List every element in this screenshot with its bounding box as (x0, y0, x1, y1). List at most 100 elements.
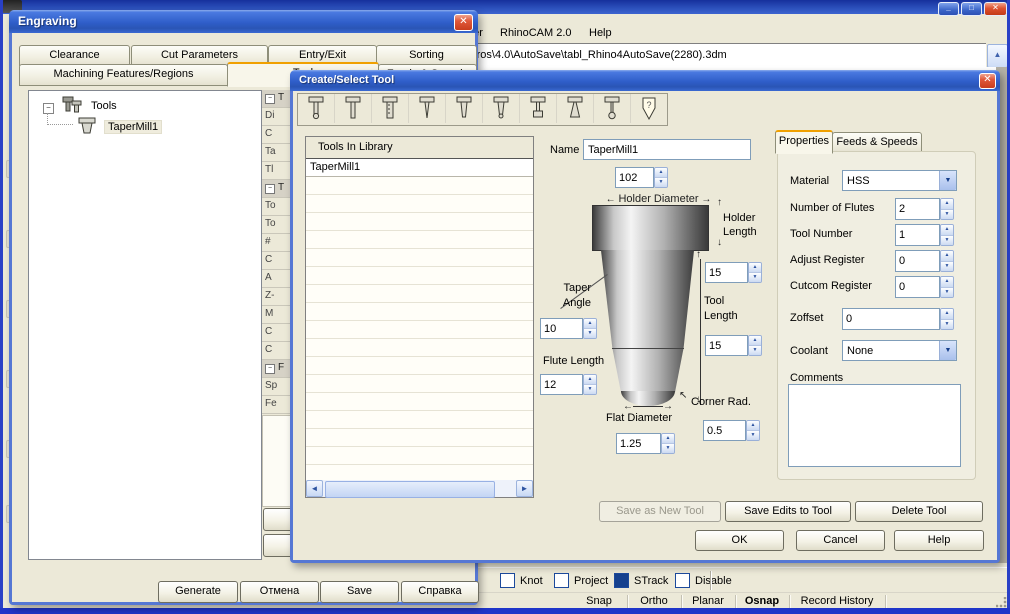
num-flutes-spinner[interactable]: ▲▼ (895, 198, 954, 220)
tool-number-spinner[interactable]: ▲▼ (895, 224, 954, 246)
cutcom-register-spinner[interactable]: ▲▼ (895, 276, 954, 298)
tool-dialog-titlebar[interactable]: Create/Select Tool ✕ (290, 70, 1000, 91)
engraving-titlebar[interactable]: Engraving ✕ (9, 10, 478, 33)
strack-checkbox-icon[interactable] (614, 573, 629, 588)
tool-properties-strip: − T Di C Ta Tl − T To To # C A Z- M C C − F… (262, 90, 292, 414)
tools-root-icon (62, 96, 82, 113)
save-edits-to-tool-button[interactable]: Save Edits to Tool (725, 501, 851, 522)
ok-button[interactable]: OK (695, 530, 784, 551)
flared-mill-icon[interactable] (557, 94, 594, 123)
flat-diameter-label: Flat Diameter (606, 412, 673, 424)
checkbox-project[interactable]: Project (554, 573, 608, 588)
flute-length-spinner[interactable]: ▲▼ (540, 374, 597, 395)
help-button-ru[interactable]: Справка (401, 581, 479, 603)
close-icon[interactable]: ✕ (979, 73, 996, 89)
t-slot-mill-icon[interactable] (520, 94, 557, 123)
tab-properties[interactable]: Properties (775, 130, 833, 154)
flat-diameter-spinner[interactable]: ▲▼ (616, 433, 675, 454)
checkbox-strack[interactable]: STrack (614, 573, 668, 588)
taper-ball-mill-icon[interactable] (483, 94, 520, 123)
help-button[interactable]: Help (894, 530, 984, 551)
tree-item-tapermill1[interactable]: TaperMill1 (104, 120, 163, 134)
zoffset-spinner[interactable]: ▲▼ (842, 308, 954, 330)
arrow-right-icon: → (701, 194, 712, 205)
close-button-main[interactable]: ✕ (984, 2, 1007, 16)
end-mill-icon[interactable] (372, 94, 409, 123)
tab-feeds-speeds[interactable]: Feeds & Speeds (832, 132, 922, 153)
resize-grip[interactable] (996, 597, 1007, 608)
tab-clearance[interactable]: Clearance (19, 45, 130, 66)
custom-tool-help-icon[interactable]: ? (631, 94, 667, 123)
scroll-right-icon[interactable]: ► (516, 480, 533, 497)
tool-length-spinner[interactable]: ▲▼ (705, 335, 762, 356)
save-button[interactable]: Save (320, 581, 399, 603)
rhino-main-window: _ □ ✕ der RhinoCAM 2.0 Help ceros\4.0\Au… (0, 0, 1010, 614)
comments-textarea[interactable] (788, 384, 961, 467)
menu-item-rhinocam[interactable]: RhinoCAM 2.0 (500, 27, 572, 39)
project-checkbox-icon[interactable] (554, 573, 569, 588)
tools-in-library-list[interactable]: Tools In Library TaperMill1 ◄ ► (305, 136, 534, 498)
checkbox-disable[interactable]: Disable (675, 573, 732, 588)
v-mill-icon[interactable] (409, 94, 446, 123)
ball-mill-icon[interactable] (298, 94, 335, 123)
spin-buttons[interactable]: ▲ ▼ (654, 167, 668, 188)
zoffset-label: Zoffset (790, 312, 824, 324)
close-icon[interactable]: ✕ (454, 14, 473, 31)
menu-item-help[interactable]: Help (589, 27, 612, 39)
tool-holder-graphic (592, 205, 709, 251)
tree-root-label[interactable]: Tools (91, 100, 117, 112)
status-pane-osnap[interactable]: Osnap (737, 595, 787, 607)
status-pane-planar[interactable]: Planar (683, 595, 733, 607)
corner-rad-label: Corner Rad. (691, 396, 751, 408)
command-history[interactable]: ceros\4.0\AutoSave\tabl_Rhino4AutoSave(2… (455, 43, 986, 69)
minimize-button[interactable]: _ (938, 2, 959, 16)
tool-length-dim-line (700, 259, 701, 405)
status-pane-ortho[interactable]: Ortho (629, 595, 679, 607)
library-item-tapermill1[interactable]: TaperMill1 (306, 159, 533, 177)
cancel-button[interactable]: Cancel (796, 530, 885, 551)
knot-checkbox-icon[interactable] (500, 573, 515, 588)
tab-machining-features[interactable]: Machining Features/Regions (19, 64, 228, 86)
adjust-register-spinner[interactable]: ▲▼ (895, 250, 954, 272)
library-header: Tools In Library (306, 137, 533, 159)
taper-flat-mill-icon[interactable] (446, 94, 483, 123)
svg-text:?: ? (646, 100, 651, 110)
name-label: Name (550, 144, 580, 156)
coolant-label: Coolant (790, 345, 828, 357)
corner-rad-arrow-icon: ↖ (679, 390, 688, 401)
status-pane-record-history[interactable]: Record History (791, 595, 883, 607)
flat-mill-icon[interactable] (335, 94, 372, 123)
status-pane-snap[interactable]: Snap (575, 595, 623, 607)
library-hscrollbar[interactable]: ◄ ► (306, 480, 533, 498)
coolant-combo[interactable]: ▼ (842, 340, 957, 361)
maximize-button[interactable]: □ (961, 2, 982, 16)
tab-sorting[interactable]: Sorting (376, 45, 477, 66)
disable-checkbox-icon[interactable] (675, 573, 690, 588)
chevron-down-icon[interactable]: ▼ (939, 341, 956, 360)
tool-name-input[interactable] (583, 139, 751, 160)
tool-tree[interactable]: − Tools TaperMill1 (28, 90, 262, 560)
scroll-left-icon[interactable]: ◄ (306, 480, 323, 497)
tool-number-label: Tool Number (790, 228, 853, 240)
tool-shank-graphic (600, 250, 695, 348)
taper-angle-spinner[interactable]: ▲▼ (540, 318, 597, 339)
flat-diameter-dim: ← → (623, 401, 673, 412)
holder-length-spinner[interactable]: ▲▼ (705, 262, 762, 283)
arrow-left-icon: ← (605, 194, 616, 205)
scroll-up-icon[interactable]: ▲ (987, 44, 1008, 68)
create-select-tool-dialog: Create/Select Tool ✕ ? Tools In Library … (290, 70, 1000, 563)
cancel-button-ru[interactable]: Отмена (240, 581, 319, 603)
flute-length-label: Flute Length (543, 355, 605, 367)
chevron-down-icon[interactable]: ▼ (939, 171, 956, 190)
lollipop-mill-icon[interactable] (594, 94, 631, 123)
scroll-thumb[interactable] (325, 481, 495, 498)
tapermill-icon (78, 117, 96, 134)
shank-diameter-spinner[interactable]: ▲▼ (615, 167, 668, 188)
checkbox-knot[interactable]: Knot (500, 573, 543, 588)
taper-angle-label: Taper Angle (562, 282, 591, 309)
generate-button[interactable]: Generate (158, 581, 238, 603)
corner-rad-spinner[interactable]: ▲▼ (703, 420, 760, 441)
delete-tool-button[interactable]: Delete Tool (855, 501, 983, 522)
material-combo[interactable]: ▼ (842, 170, 957, 191)
save-as-new-tool-button[interactable]: Save as New Tool (599, 501, 721, 522)
